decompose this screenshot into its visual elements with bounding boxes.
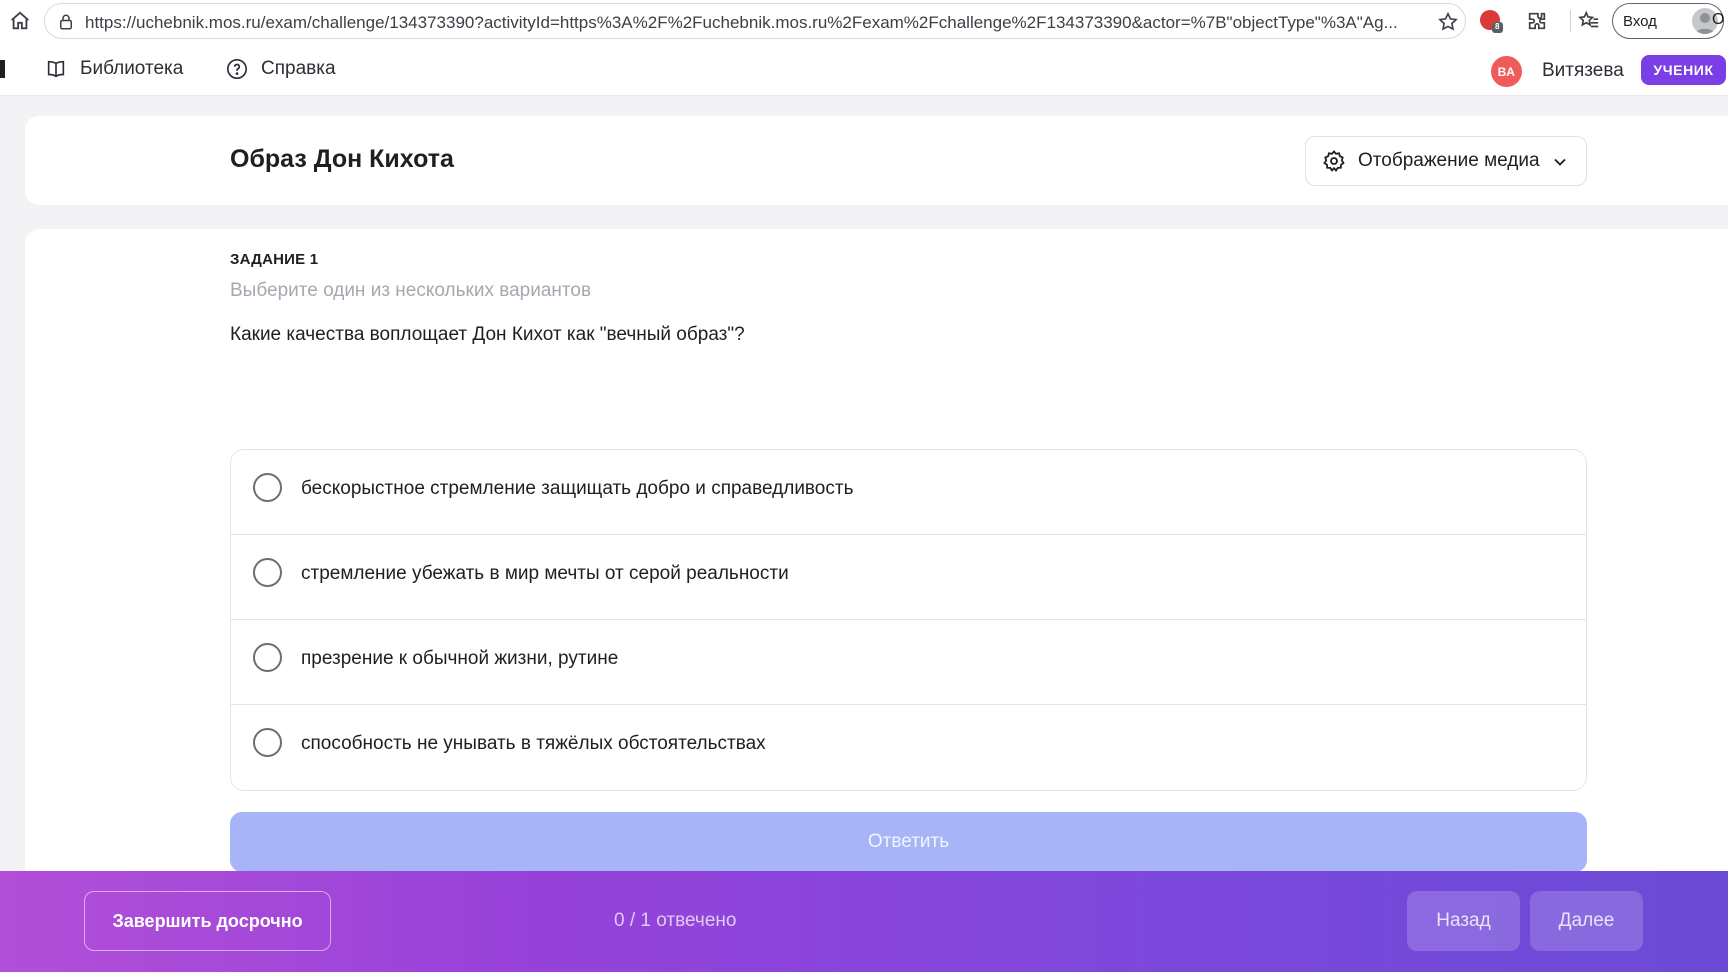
progress-counter: 0 / 1 отвечено bbox=[614, 910, 737, 931]
nav-help-label: Справка bbox=[261, 58, 336, 79]
task-number: ЗАДАНИЕ 1 bbox=[230, 251, 319, 268]
user-avatar[interactable]: ВА bbox=[1491, 56, 1522, 87]
bookmark-star-icon[interactable] bbox=[1437, 11, 1459, 38]
address-bar[interactable]: https://uchebnik.mos.ru/exam/challenge/1… bbox=[44, 3, 1466, 39]
radio-button[interactable] bbox=[253, 728, 282, 757]
adblock-extension-icon[interactable]: 8 bbox=[1478, 8, 1504, 34]
bottom-navigation-bar: Завершить досрочно 0 / 1 отвечено Назад … bbox=[0, 871, 1728, 972]
title-card: Образ Дон Кихота Отображение медиа bbox=[25, 116, 1728, 205]
nav-library[interactable]: Библиотека bbox=[44, 57, 183, 81]
answer-options: бескорыстное стремление защищать добро и… bbox=[230, 449, 1587, 791]
url-text[interactable]: https://uchebnik.mos.ru/exam/challenge/1… bbox=[85, 13, 1455, 33]
option-label: стремление убежать в мир мечты от серой … bbox=[301, 563, 789, 584]
answer-button[interactable]: Ответить bbox=[230, 812, 1587, 872]
back-button[interactable]: Назад bbox=[1407, 891, 1520, 951]
nav-help[interactable]: Справка bbox=[225, 57, 336, 81]
media-display-label: Отображение медиа bbox=[1358, 150, 1540, 171]
media-display-dropdown[interactable]: Отображение медиа bbox=[1305, 136, 1587, 186]
browser-menu-label[interactable]: О bbox=[1712, 11, 1724, 29]
extensions-puzzle-icon[interactable] bbox=[1524, 8, 1550, 34]
question-text: Какие качества воплощает Дон Кихот как "… bbox=[230, 324, 745, 345]
chevron-down-icon bbox=[1550, 152, 1570, 172]
logo[interactable] bbox=[0, 60, 5, 78]
finish-early-button[interactable]: Завершить досрочно bbox=[84, 891, 331, 951]
radio-button[interactable] bbox=[253, 643, 282, 672]
option-label: презрение к обычной жизни, рутине bbox=[301, 648, 619, 669]
role-badge: УЧЕНИК bbox=[1641, 55, 1726, 85]
book-icon bbox=[44, 57, 68, 81]
option-label: способность не унывать в тяжёлых обстоят… bbox=[301, 733, 766, 754]
next-button[interactable]: Далее bbox=[1530, 891, 1643, 951]
gear-icon bbox=[1322, 149, 1346, 173]
extension-badge: 8 bbox=[1495, 22, 1500, 31]
option-label: бескорыстное стремление защищать добро и… bbox=[301, 478, 854, 499]
profile-signin-button[interactable]: Вход bbox=[1612, 3, 1724, 39]
nav-library-label: Библиотека bbox=[80, 58, 184, 79]
app-header: Библиотека Справка ВА Витязева УЧЕНИК bbox=[0, 43, 1728, 96]
toolbar-separator bbox=[1570, 10, 1571, 32]
task-card: ЗАДАНИЕ 1 Выберите один из нескольких ва… bbox=[25, 229, 1728, 909]
page-title: Образ Дон Кихота bbox=[230, 145, 454, 173]
radio-button[interactable] bbox=[253, 473, 282, 502]
user-name[interactable]: Витязева bbox=[1542, 60, 1624, 82]
help-circle-icon bbox=[225, 57, 249, 81]
radio-button[interactable] bbox=[253, 558, 282, 587]
answer-option[interactable]: презрение к обычной жизни, рутине bbox=[231, 620, 1586, 705]
favorites-icon[interactable] bbox=[1576, 8, 1602, 34]
home-icon[interactable] bbox=[8, 9, 32, 33]
browser-toolbar: https://uchebnik.mos.ru/exam/challenge/1… bbox=[0, 0, 1728, 43]
task-hint: Выберите один из нескольких вариантов bbox=[230, 280, 592, 301]
answer-option[interactable]: стремление убежать в мир мечты от серой … bbox=[231, 535, 1586, 620]
answer-option[interactable]: способность не унывать в тяжёлых обстоят… bbox=[231, 705, 1586, 790]
signin-label: Вход bbox=[1623, 12, 1657, 30]
site-info-icon[interactable] bbox=[57, 13, 75, 36]
answer-option[interactable]: бескорыстное стремление защищать добро и… bbox=[231, 450, 1586, 535]
